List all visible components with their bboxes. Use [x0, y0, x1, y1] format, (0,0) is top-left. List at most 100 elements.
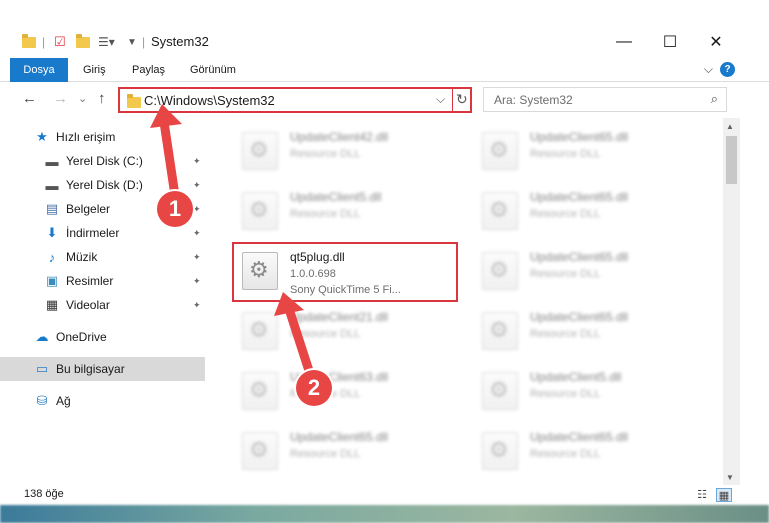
customize-toolbar-icon[interactable]: ☰▾: [98, 33, 115, 51]
sidebar-item-0[interactable]: ★ Hızlı erişim: [0, 125, 205, 149]
file-name: UpdateClient65.dll: [530, 250, 629, 264]
pin-icon[interactable]: ✦: [193, 204, 201, 215]
documents-icon: ▤: [45, 201, 59, 216]
network-icon: ⛁: [36, 393, 48, 408]
back-arrow-icon[interactable]: ←: [22, 90, 37, 107]
pin-icon[interactable]: ✦: [193, 300, 201, 311]
file-item[interactable]: UpdateClient63.dllResource DLL: [234, 360, 459, 420]
highlight-box-qt5plug: [232, 242, 458, 302]
address-dropdown-icon[interactable]: ⌵: [436, 92, 445, 107]
file-item[interactable]: UpdateClient65.dll Resource DLL: [474, 420, 699, 480]
step-badge-2: 2: [296, 370, 332, 406]
file-detail: Resource DLL: [530, 328, 601, 340]
dll-file-icon: [482, 132, 518, 170]
minimize-button[interactable]: —: [601, 30, 647, 54]
quick-access-folder-icon[interactable]: [22, 33, 36, 51]
tab-paylas[interactable]: Paylaş: [132, 58, 165, 82]
pin-icon[interactable]: ✦: [193, 252, 201, 263]
forward-arrow-icon[interactable]: →: [53, 90, 68, 107]
ribbon-expand-icon[interactable]: ⌵: [704, 62, 713, 77]
file-item[interactable]: UpdateClient5.dll Resource DLL: [234, 180, 459, 240]
address-folder-icon: [127, 94, 141, 108]
tab-dosya[interactable]: Dosya: [10, 58, 68, 82]
pin-icon[interactable]: ✦: [193, 228, 201, 239]
recent-locations-icon[interactable]: ⌄: [78, 92, 87, 105]
pin-icon[interactable]: ✦: [193, 156, 201, 167]
file-detail: Resource DLL: [290, 328, 361, 340]
dll-file-icon: [242, 312, 278, 350]
sidebar-item-label: Belgeler: [66, 202, 111, 216]
toolbar-separator: |: [42, 35, 46, 49]
file-item[interactable]: UpdateClient65.dll Resource DLL: [234, 420, 459, 480]
file-name: UpdateClient65.dll: [530, 130, 629, 144]
address-bar[interactable]: C:\Windows\System32 ⌵ ↻: [118, 87, 472, 113]
search-input[interactable]: Ara: System32: [494, 93, 573, 107]
sidebar-item-label: Müzik: [66, 250, 98, 264]
dll-file-icon: [242, 192, 278, 230]
file-item[interactable]: UpdateClient65.dll Resource DLL: [474, 120, 699, 180]
star-icon: ★: [36, 129, 48, 144]
file-item[interactable]: UpdateClient65.dll Resource DLL: [474, 300, 699, 360]
tiles-view-icon[interactable]: ▦: [716, 488, 732, 502]
dll-file-icon: [482, 312, 518, 350]
sidebar-item-label: Hızlı erişim: [56, 130, 116, 144]
videos-icon: ▦: [45, 297, 59, 312]
new-folder-icon[interactable]: [76, 33, 90, 51]
search-box[interactable]: Ara: System32 ⌕: [483, 87, 727, 112]
file-item[interactable]: UpdateClient5.dll Resource DLL: [474, 360, 699, 420]
sidebar-item-7[interactable]: ▦ Videolar ✦: [0, 293, 205, 317]
maximize-button[interactable]: ☐: [647, 30, 693, 54]
onedrive-icon: ☁: [35, 329, 49, 344]
sidebar-item-label: Videolar: [66, 298, 110, 312]
file-name: UpdateClient42.dll: [290, 130, 389, 144]
close-button[interactable]: ✕: [693, 30, 739, 54]
file-name: UpdateClient65.dll: [530, 190, 629, 204]
pictures-icon: ▣: [45, 273, 59, 288]
dll-file-icon: [482, 432, 518, 470]
file-detail: Resource DLL: [530, 208, 601, 220]
properties-icon[interactable]: ☑: [54, 33, 66, 51]
scroll-thumb[interactable]: [726, 136, 737, 184]
sidebar-item-10[interactable]: ⛁ Ağ: [0, 389, 205, 413]
sidebar-item-9[interactable]: ▭ Bu bilgisayar: [0, 357, 205, 381]
title-bar: | ☑ ☰▾ ▼ | System32 — ☐ ✕: [0, 0, 769, 58]
tab-giris[interactable]: Giriş: [83, 58, 106, 82]
file-item[interactable]: UpdateClient65.dll Resource DLL: [474, 240, 699, 300]
file-item[interactable]: UpdateClient21.dll Resource DLL: [234, 300, 459, 360]
sidebar-item-6[interactable]: ▣ Resimler ✦: [0, 269, 205, 293]
sidebar-item-label: Bu bilgisayar: [56, 362, 125, 376]
refresh-icon[interactable]: ↻: [456, 91, 468, 108]
help-icon[interactable]: ?: [720, 62, 735, 77]
pin-icon[interactable]: ✦: [193, 276, 201, 287]
vertical-scrollbar[interactable]: ▲ ▼: [723, 118, 740, 485]
sidebar-item-label: Ağ: [56, 394, 71, 408]
file-name: UpdateClient5.dll: [530, 370, 622, 384]
search-icon[interactable]: ⌕: [711, 91, 718, 107]
navigation-pane: ★ Hızlı erişim ▬ Yerel Disk (C:) ✦ ▬ Yerel Dis…: [0, 120, 210, 485]
sidebar-item-1[interactable]: ▬ Yerel Disk (C:) ✦: [0, 149, 205, 173]
pin-icon[interactable]: ✦: [193, 180, 201, 191]
sidebar-item-label: OneDrive: [56, 330, 107, 344]
sidebar-item-8[interactable]: ☁ OneDrive: [0, 325, 205, 349]
dll-file-icon: [242, 432, 278, 470]
file-item[interactable]: UpdateClient42.dll Resource DLL: [234, 120, 459, 180]
window-title: System32: [151, 34, 209, 49]
qat-dropdown-icon[interactable]: ▼: [127, 33, 137, 51]
file-name: UpdateClient5.dll: [290, 190, 382, 204]
dll-file-icon: [482, 252, 518, 290]
dll-file-icon: [482, 372, 518, 410]
up-arrow-icon[interactable]: ↑: [98, 90, 106, 107]
tab-gorunum[interactable]: Görünüm: [190, 58, 236, 82]
sidebar-item-5[interactable]: ♪ Müzik ✦: [0, 245, 205, 269]
file-detail: Resource DLL: [530, 148, 601, 160]
file-detail: Resource DLL: [290, 148, 361, 160]
scroll-up-arrow-icon[interactable]: ▲: [726, 122, 734, 131]
address-path[interactable]: C:\Windows\System32: [144, 93, 275, 108]
file-item[interactable]: UpdateClient65.dll Resource DLL: [474, 180, 699, 240]
details-view-icon[interactable]: ☷: [694, 488, 710, 502]
this-pc-icon: ▭: [35, 361, 49, 376]
file-detail: Resource DLL: [530, 268, 601, 280]
scroll-down-arrow-icon[interactable]: ▼: [726, 473, 734, 482]
sidebar-item-label: Yerel Disk (D:): [66, 178, 143, 192]
file-detail: Resource DLL: [530, 388, 601, 400]
